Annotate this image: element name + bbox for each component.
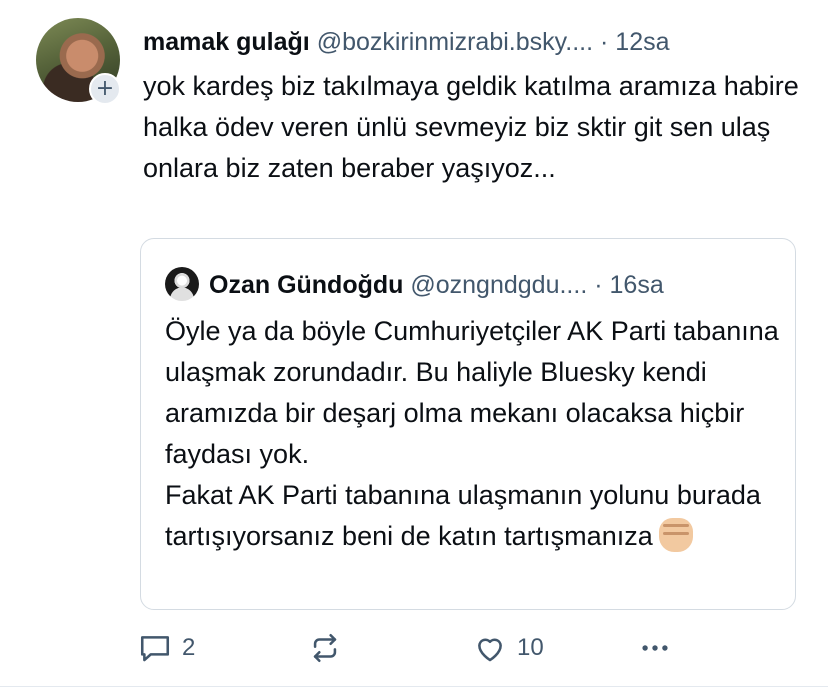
post-header: mamak gulağı @bozkirinmizrabi.bsky.... ·… (143, 24, 803, 60)
repost-icon (313, 633, 337, 663)
post-text: yok kardeş biz takılmaya geldik katılma … (143, 71, 799, 183)
reply-icon (140, 636, 170, 662)
post-actions: 2 10 (138, 625, 828, 671)
quoted-post-header: Ozan Gündoğdu @ozngndgdu.... · 16sa (209, 267, 789, 303)
quoted-post-time: 16sa (609, 271, 664, 299)
author-handle[interactable]: @bozkirinmizrabi.bsky.... (317, 28, 593, 56)
follow-button[interactable]: + (89, 73, 121, 105)
like-count: 10 (517, 634, 544, 661)
raised-fist-emoji-icon (658, 518, 693, 552)
like-button[interactable]: 10 (473, 625, 544, 671)
quoted-post-text: Öyle ya da böyle Cumhuriyetçiler AK Part… (165, 311, 785, 557)
post-divider (0, 686, 828, 687)
quoted-author-handle: @ozngndgdu.... (410, 271, 588, 299)
quoted-separator: · (594, 271, 603, 299)
author-name[interactable]: mamak gulağı (143, 28, 310, 56)
repost-button[interactable] (308, 625, 352, 671)
quoted-author-avatar (165, 267, 199, 301)
like-icon (478, 638, 502, 662)
more-options-button[interactable] (638, 625, 672, 671)
more-icon (642, 645, 668, 651)
quoted-post[interactable]: Ozan Gündoğdu @ozngndgdu.... · 16sa Öyle… (140, 238, 796, 610)
reply-count: 2 (182, 634, 196, 661)
post[interactable]: + mamak gulağı @bozkirinmizrabi.bsky....… (0, 0, 828, 690)
reply-button[interactable]: 2 (138, 625, 195, 671)
quoted-author-name: Ozan Gündoğdu (209, 271, 404, 299)
post-time[interactable]: 12sa (615, 28, 669, 56)
quoted-text-line1: Öyle ya da böyle Cumhuriyetçiler AK Part… (165, 316, 779, 469)
separator: · (600, 28, 609, 56)
